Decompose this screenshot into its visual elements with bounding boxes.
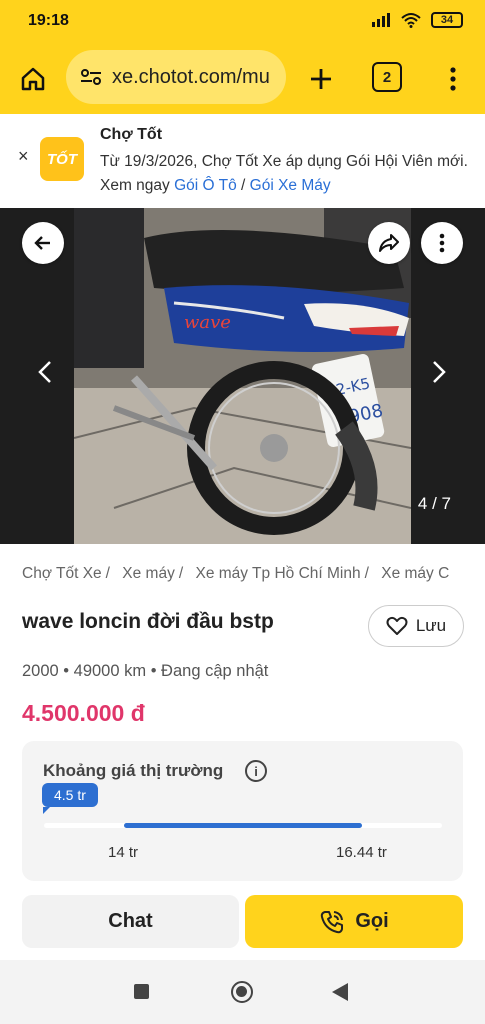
range-high-label: 16.44 tr xyxy=(336,844,387,861)
membership-banner: × TỐT Chợ Tốt Từ 19/3/2026, Chợ Tốt Xe á… xyxy=(0,114,485,208)
status-icons: 34 xyxy=(371,12,463,28)
motorbike-photo: wave 52-K5 3908 xyxy=(74,208,411,544)
heart-icon xyxy=(386,616,408,635)
back-nav-icon[interactable] xyxy=(332,983,348,1001)
listing-price: 4.500.000 đ xyxy=(22,700,145,726)
range-track xyxy=(44,823,442,828)
previous-image-arrow[interactable] xyxy=(38,358,52,392)
arrow-left-icon xyxy=(34,236,50,250)
breadcrumb-item[interactable]: Chợ Tốt Xe xyxy=(22,565,102,582)
system-navigation-bar xyxy=(0,960,485,1024)
more-options-button[interactable] xyxy=(421,222,463,264)
back-button[interactable] xyxy=(22,222,64,264)
plus-icon xyxy=(311,69,331,89)
listing-title: wave loncin đời đầu bstp xyxy=(22,610,274,633)
listing-meta: 2000 • 49000 km • Đang cập nhật xyxy=(22,662,269,680)
chevron-left-icon xyxy=(38,361,51,383)
breadcrumb-item[interactable]: Xe máy Tp Hồ Chí Minh xyxy=(195,565,360,582)
next-image-arrow[interactable] xyxy=(432,358,446,392)
home-icon xyxy=(21,67,45,91)
home-button[interactable] xyxy=(14,60,52,98)
new-tab-button[interactable] xyxy=(302,60,340,98)
browser-menu-button[interactable] xyxy=(436,60,470,98)
recent-apps-icon[interactable] xyxy=(134,984,149,999)
tab-switcher-button[interactable]: 2 xyxy=(372,62,402,92)
breadcrumb-item[interactable]: Xe máy C xyxy=(381,565,449,582)
range-fill xyxy=(123,823,363,828)
image-counter: 4 / 7 xyxy=(417,494,451,513)
current-price-badge: 4.5 tr xyxy=(42,783,98,807)
svg-text:wave: wave xyxy=(184,312,231,333)
save-button[interactable]: Lưu xyxy=(368,605,464,647)
wifi-icon xyxy=(401,13,421,28)
more-vertical-icon xyxy=(439,233,445,253)
breadcrumb: Chợ Tốt Xe / Xe máy / Xe máy Tp Hồ Chí Min… xyxy=(22,565,450,582)
status-time: 19:18 xyxy=(28,12,69,29)
status-bar: 19:18 34 xyxy=(0,0,485,46)
home-nav-icon[interactable] xyxy=(231,981,253,1003)
chevron-right-icon xyxy=(433,361,446,383)
banner-close-icon[interactable]: × xyxy=(18,146,29,167)
save-label: Lưu xyxy=(415,616,447,635)
call-label: Gọi xyxy=(355,910,389,932)
phone-icon xyxy=(321,910,344,933)
banner-title: Chợ Tốt xyxy=(100,126,163,143)
badge-pointer xyxy=(43,807,50,814)
link-separator: / xyxy=(241,177,246,194)
site-settings-icon[interactable] xyxy=(80,68,102,86)
address-bar[interactable]: xe.chotot.com/mu xyxy=(66,50,286,104)
chotot-logo: TỐT xyxy=(40,137,84,181)
browser-toolbar: xe.chotot.com/mu 2 xyxy=(0,46,485,114)
banner-text: Từ 19/3/2026, Chợ Tốt Xe áp dụng Gói Hội… xyxy=(100,150,470,198)
market-range-title: Khoảng giá thị trường xyxy=(43,761,224,780)
market-price-range: Khoảng giá thị trường i 4.5 tr 14 tr 16.… xyxy=(22,741,463,881)
share-icon xyxy=(379,234,399,252)
info-icon[interactable]: i xyxy=(245,760,267,782)
share-button[interactable] xyxy=(368,222,410,264)
chat-label: Chat xyxy=(108,910,153,932)
link-bike-package[interactable]: Gói Xe Máy xyxy=(250,177,331,194)
image-gallery[interactable]: wave 52-K5 3908 4 / 7 xyxy=(0,208,485,544)
call-button[interactable]: Gọi xyxy=(245,895,463,948)
breadcrumb-item[interactable]: Xe máy xyxy=(122,565,175,582)
url-text: xe.chotot.com/mu xyxy=(112,65,270,88)
link-car-package[interactable]: Gói Ô Tô xyxy=(174,177,237,194)
chat-button[interactable]: Chat xyxy=(22,895,239,948)
battery-icon: 34 xyxy=(431,12,463,28)
signal-icon xyxy=(372,13,390,27)
listing-photo[interactable]: wave 52-K5 3908 xyxy=(74,208,411,544)
range-low-label: 14 tr xyxy=(108,844,139,861)
more-vertical-icon xyxy=(450,67,456,91)
